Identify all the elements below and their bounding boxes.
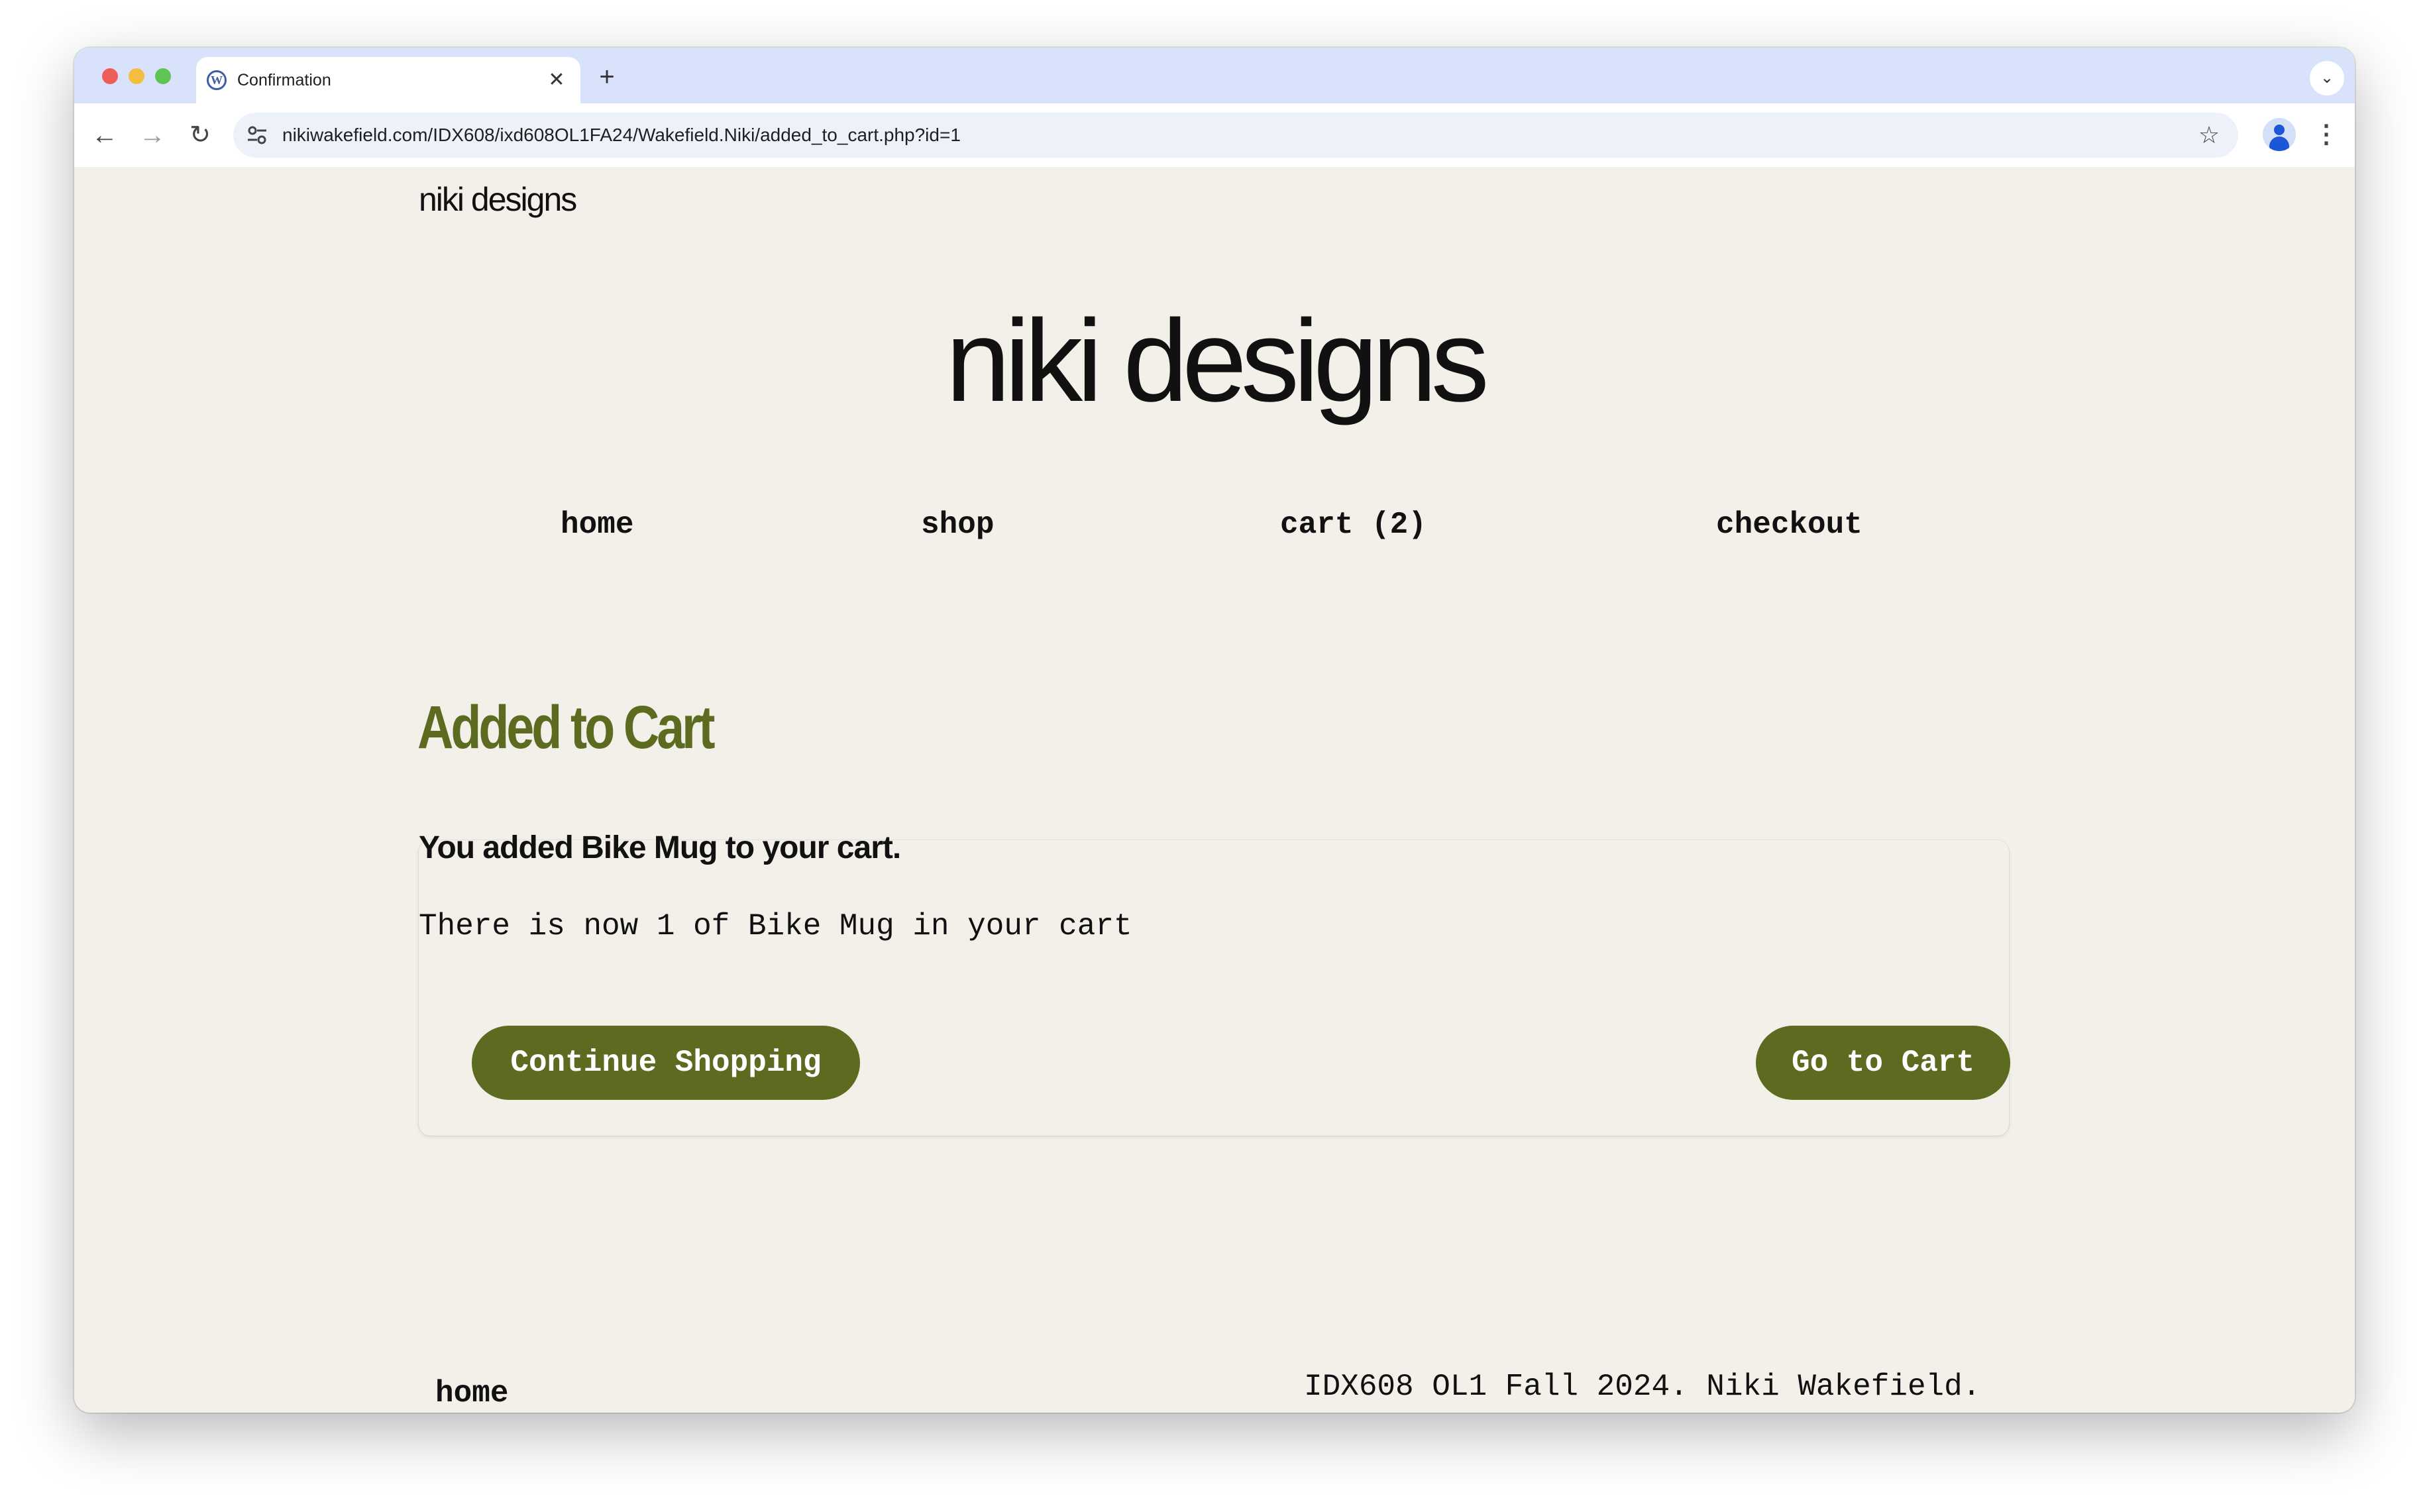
close-window-button[interactable] — [102, 68, 118, 84]
continue-shopping-button[interactable]: Continue Shopping — [472, 1026, 860, 1100]
browser-window: W Confirmation ✕ + ⌄ ← → ↻ nikiwakefield… — [74, 48, 2355, 1413]
new-tab-button[interactable]: + — [591, 61, 623, 93]
page-viewport: niki designs niki designs home shop cart… — [74, 167, 2355, 1413]
close-tab-icon[interactable]: ✕ — [543, 67, 570, 93]
site-settings-icon[interactable] — [245, 123, 269, 147]
minimize-window-button[interactable] — [129, 68, 144, 84]
browser-toolbar: ← → ↻ nikiwakefield.com/IDX608/ixd608OL1… — [74, 103, 2355, 168]
tab-search-button[interactable]: ⌄ — [2310, 61, 2344, 95]
back-button[interactable]: ← — [87, 118, 122, 152]
footer-home-link[interactable]: home — [435, 1376, 508, 1411]
nav-shop[interactable]: shop — [921, 505, 994, 545]
added-message: You added Bike Mug to your cart. — [419, 830, 901, 865]
address-bar[interactable]: nikiwakefield.com/IDX608/ixd608OL1FA24/W… — [233, 113, 2238, 158]
go-to-cart-button[interactable]: Go to Cart — [1756, 1026, 2010, 1100]
tab-strip: W Confirmation ✕ + ⌄ — [74, 48, 2355, 103]
bookmark-star-icon[interactable]: ☆ — [2194, 121, 2224, 150]
nav-checkout[interactable]: checkout — [1716, 505, 1862, 545]
cart-quantity-status: There is now 1 of Bike Mug in your cart — [419, 909, 1132, 944]
nav-home[interactable]: home — [561, 505, 633, 545]
reload-button[interactable]: ↻ — [183, 118, 217, 152]
wordpress-icon: W — [207, 70, 227, 90]
tab-title: Confirmation — [237, 71, 331, 89]
screen: W Confirmation ✕ + ⌄ ← → ↻ nikiwakefield… — [0, 0, 2429, 1512]
site-logo-large: niki designs — [945, 296, 1489, 426]
maximize-window-button[interactable] — [155, 68, 171, 84]
profile-avatar-icon[interactable] — [2263, 118, 2296, 151]
nav-cart[interactable]: cart (2) — [1280, 505, 1427, 545]
site-logo-small[interactable]: niki designs — [419, 180, 577, 219]
page-title: Added to Cart — [417, 694, 716, 761]
url-text[interactable]: nikiwakefield.com/IDX608/ixd608OL1FA24/W… — [282, 113, 961, 158]
browser-menu-icon[interactable]: ⋮ — [2310, 118, 2343, 151]
tab-confirmation[interactable]: W Confirmation ✕ — [196, 57, 580, 103]
forward-button[interactable]: → — [135, 118, 170, 152]
footer-copyright: IDX608 OL1 Fall 2024. Niki Wakefield. — [1304, 1370, 1981, 1404]
